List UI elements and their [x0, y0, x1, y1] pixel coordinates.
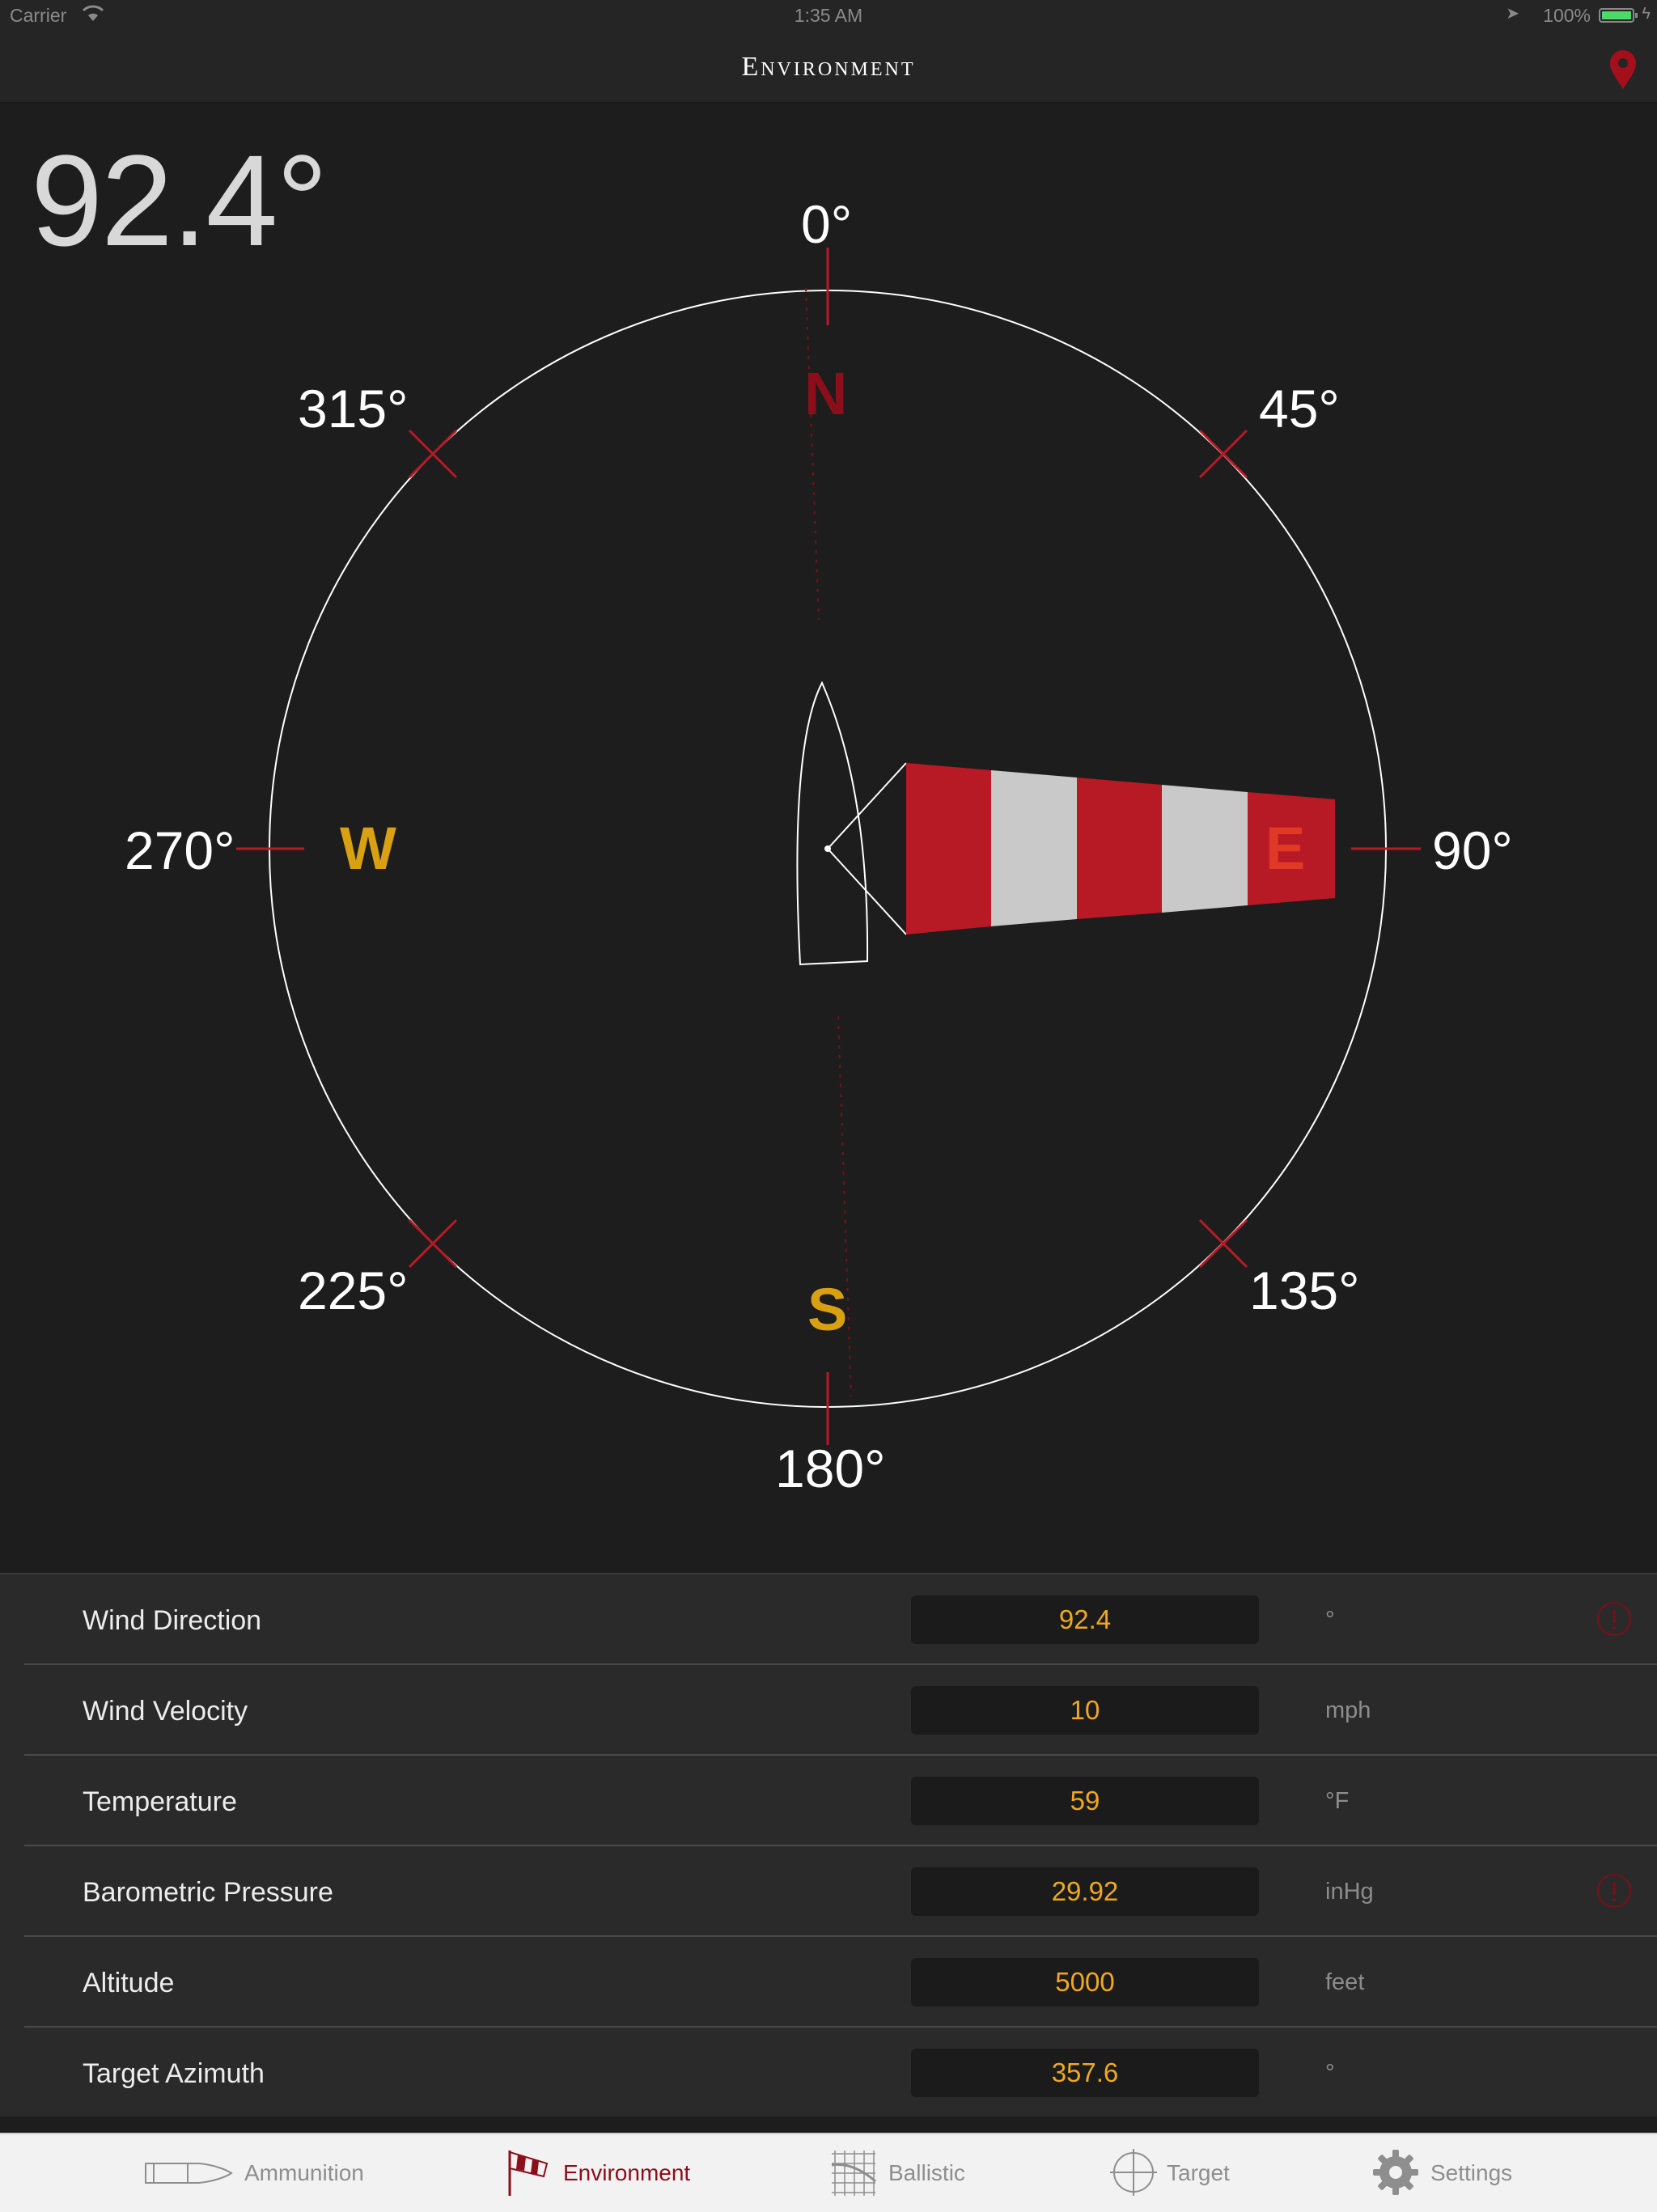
windsock-bridle-top — [827, 762, 907, 850]
row-label: Wind Velocity — [83, 1696, 248, 1727]
nav-bar: Environment — [0, 32, 1657, 104]
degree-label-315: 315° — [298, 379, 409, 439]
degree-label-270: 270° — [125, 820, 235, 880]
row-temperature: Temperature 59 °F — [0, 1756, 1657, 1846]
row-unit: ° — [1325, 2060, 1335, 2086]
row-label: Barometric Pressure — [83, 1877, 333, 1908]
tab-ammunition[interactable]: Ammunition — [142, 2134, 377, 2212]
azimuth-line-top — [805, 287, 820, 621]
bullet-icon — [142, 2159, 233, 2192]
degree-label-90: 90° — [1432, 820, 1513, 880]
compass-graphic — [236, 248, 1421, 1445]
tab-settings[interactable]: Settings — [1372, 2134, 1518, 2212]
row-unit: °F — [1325, 1788, 1350, 1814]
battery-percent: 100% — [1543, 5, 1591, 26]
row-altitude: Altitude 5000 feet — [0, 1937, 1657, 2028]
row-unit: mph — [1325, 1697, 1371, 1723]
row-label: Altitude — [83, 1968, 175, 1998]
row-label: Wind Direction — [83, 1605, 262, 1636]
degree-label-225: 225° — [298, 1261, 409, 1320]
battery-icon — [1599, 8, 1638, 23]
row-unit: inHg — [1325, 1879, 1374, 1905]
degree-label-135: 135° — [1249, 1261, 1360, 1320]
degree-label-180: 180° — [775, 1439, 886, 1498]
cardinal-north: N — [804, 360, 848, 427]
info-icon[interactable] — [1596, 1872, 1633, 1909]
row-wind-velocity: Wind Velocity 10 mph — [0, 1665, 1657, 1756]
cardinal-west: W — [340, 815, 396, 882]
windsock-stripe-1 — [906, 763, 991, 934]
tab-label: Environment — [563, 2160, 691, 2185]
gear-icon — [1372, 2149, 1419, 2200]
cardinal-east: E — [1265, 815, 1306, 882]
location-arrow-icon: ➤ — [1506, 5, 1519, 23]
row-wind-direction: Wind Direction 92.4 ° — [0, 1574, 1657, 1665]
row-label: Target Azimuth — [83, 2058, 265, 2089]
tab-environment[interactable]: Environment — [505, 2134, 715, 2212]
windsock-icon — [505, 2147, 552, 2201]
row-unit: feet — [1325, 1969, 1365, 1995]
tab-label: Settings — [1430, 2160, 1513, 2185]
tab-label: Ammunition — [244, 2160, 364, 2185]
status-time: 1:35 AM — [794, 5, 863, 26]
status-bar: Carrier 1:35 AM ➤ 100% ϟ — [0, 0, 1657, 32]
wind-velocity-input[interactable]: 10 — [911, 1686, 1259, 1735]
charging-icon: ϟ — [1642, 5, 1651, 23]
tab-bar: Ammunition Environment Ballistic Target … — [0, 2133, 1657, 2212]
temperature-input[interactable]: 59 — [911, 1777, 1259, 1825]
degree-label-0: 0° — [801, 194, 853, 254]
row-label: Temperature — [83, 1786, 237, 1817]
degree-label-45: 45° — [1259, 379, 1340, 439]
compass-dial: 0° 45° 90° 135° 180° 225° 270° 315° N E … — [0, 102, 1657, 1574]
environment-table: Wind Direction 92.4 ° Wind Velocity 10 m… — [0, 1573, 1657, 2117]
barometric-pressure-input[interactable]: 29.92 — [911, 1867, 1259, 1916]
windsock-stripe-2 — [991, 770, 1077, 926]
cardinal-south: S — [807, 1276, 848, 1343]
boat-icon — [796, 680, 869, 966]
row-unit: ° — [1325, 1607, 1335, 1633]
info-icon[interactable] — [1596, 1600, 1633, 1638]
tab-label: Ballistic — [888, 2160, 965, 2185]
row-barometric-pressure: Barometric Pressure 29.92 inHg — [0, 1846, 1657, 1937]
ballistic-grid-icon — [828, 2149, 879, 2201]
tab-label: Target — [1167, 2160, 1230, 2185]
target-azimuth-input[interactable]: 357.6 — [911, 2049, 1259, 2097]
windsock-stripe-4 — [1162, 785, 1248, 913]
page-title: Environment — [741, 52, 916, 82]
map-pin-icon[interactable] — [1605, 47, 1641, 91]
altitude-input[interactable]: 5000 — [911, 1958, 1259, 2006]
row-target-azimuth: Target Azimuth 357.6 ° — [0, 2028, 1657, 2118]
crosshair-icon — [1110, 2149, 1157, 2200]
tab-ballistic[interactable]: Ballistic — [828, 2134, 982, 2212]
windsock-stripe-3 — [1077, 778, 1162, 919]
tab-target[interactable]: Target — [1110, 2134, 1240, 2212]
wind-direction-input[interactable]: 92.4 — [911, 1595, 1259, 1644]
